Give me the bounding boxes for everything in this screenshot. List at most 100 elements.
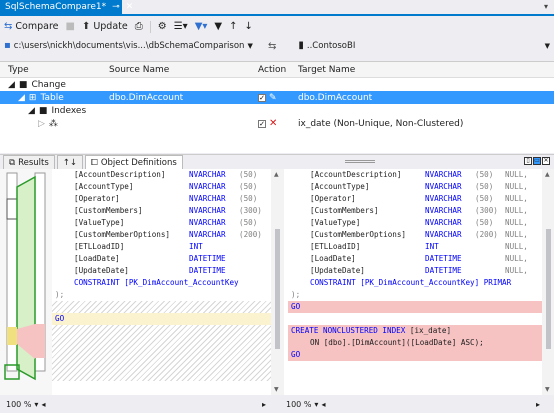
expand-arrow-icon[interactable]: ▷ [38,119,45,129]
column-definition-line: [AccountType] NVARCHAR (50) [52,181,271,193]
tab-object-definitions-label: Object Definitions [100,157,177,168]
column-type: DATETIME [189,266,226,275]
target-zoom[interactable]: 100 % ▾ ◂ [286,400,325,409]
scroll-right-icon[interactable]: ▸ [536,400,540,409]
stacked-layout-icon[interactable]: ▭ [533,157,541,165]
row-type-cell: ◢ ⊞ Table [18,93,64,103]
column-type: DATETIME [425,266,462,275]
column-size: (50) [475,170,494,179]
tab-sort[interactable]: ↑↓ [56,155,84,169]
row-label: Change [31,79,66,90]
close-pane-icon[interactable]: ✕ [542,157,550,165]
constraint-text: CONSTRAINT [PK_DimAccount_AccountKey [74,278,239,287]
grid-row-index[interactable]: ▷ ⁂ ✓ ✕ ix_date (Non-Unique, Non-Cluster… [0,117,554,130]
tab-results[interactable]: ⧉ Results [3,155,55,169]
column-name: [AccountType] [74,182,134,191]
scroll-up-icon[interactable]: ▲ [545,171,550,178]
collapse-arrow-icon[interactable]: ◢ [28,106,35,116]
filter-icon[interactable]: ▼▾ [195,21,208,32]
column-nullability: NULL, [505,230,528,239]
column-size: (50) [239,170,258,179]
splitter-grip[interactable] [345,160,375,163]
scroll-down-icon[interactable]: ▼ [274,386,279,393]
placeholder-block [52,325,271,381]
column-definition-line: [LoadDate] DATETIME [52,253,271,265]
code-token: ON [dbo].[DimAccount]([LoadDate] ASC); [310,338,484,347]
scroll-thumb[interactable] [546,229,551,349]
target-vertical-scrollbar[interactable]: ▲ ▼ [542,169,554,395]
pin-icon[interactable]: ⊸ [112,2,120,12]
collapse-arrow-icon[interactable]: ◢ [8,80,15,90]
column-name: [CustomMembers] [74,206,143,215]
code-line: GO [52,313,271,325]
target-code-editor[interactable]: [AccountDescription] NVARCHAR (50) NULL, [Ac… [288,169,542,395]
code-token: GO [291,350,301,359]
source-vertical-scrollbar[interactable]: ▲ ▼ [271,169,284,395]
row-label: Indexes [51,105,87,116]
toolbar-separator [149,20,151,33]
column-type: NVARCHAR [425,170,462,179]
code-line: ); [52,289,271,301]
include-checkbox[interactable]: ✓ [258,119,266,128]
column-name: [Operator] [310,194,356,203]
action-column-header[interactable]: Action [258,65,286,75]
previous-change-icon[interactable]: ↑ [229,21,237,32]
source-code-lines: [AccountDescription] NVARCHAR (50) [Account… [52,169,271,277]
lower-panel-tabs: ⧉ Results ↑↓ ⧠ Object Definitions ▯ ▭ ✕ [0,154,554,169]
tab-results-label: Results [18,157,49,168]
target-diff-marker [35,324,45,358]
source-zoom[interactable]: 100 % ▾ ◂ [6,400,45,409]
scroll-down-icon[interactable]: ▼ [545,386,550,393]
row-type-cell: ◢ ■ Change [8,80,66,90]
comparison-target-bar: ▪ c:\users\nickh\documents\vis...\dbSche… [0,36,554,56]
compare-button[interactable]: ⇆ Compare [4,21,58,32]
next-change-icon[interactable]: ↓ [245,21,253,32]
placeholder-line [52,301,271,313]
column-nullability: NULL, [505,194,528,203]
column-type: NVARCHAR [189,194,226,203]
include-checkbox[interactable]: ✓ [258,93,266,102]
row-action-cell: ✓ ✎ [258,93,277,103]
scroll-up-icon[interactable]: ▲ [274,171,279,178]
type-column-header[interactable]: Type [8,65,29,75]
stop-icon[interactable]: ■ [65,21,74,32]
grid-row-change[interactable]: ◢ ■ Change [0,78,554,91]
update-button[interactable]: ⬆ Update [82,21,128,32]
group-by-icon[interactable]: ☰▾ [174,21,188,32]
close-icon[interactable]: ✕ [126,2,134,12]
column-size: (200) [239,230,262,239]
database-icon: ▮ [298,40,304,51]
diff-line: CREATE NONCLUSTERED INDEX [ix_date] [288,325,542,337]
tab-object-definitions[interactable]: ⧠ Object Definitions [85,155,183,169]
results-grid: Type Source Name Action Target Name ◢ ■ … [0,61,554,153]
filter-toggle-icon[interactable]: ▼ [214,21,222,32]
grid-row-indexes[interactable]: ◢ ■ Indexes [0,104,554,117]
source-diff-marker [7,327,17,345]
target-selector[interactable]: ▮ ..ContosoBI ▼ [298,40,554,52]
options-gear-icon[interactable]: ⚙ [158,21,167,32]
target-name-column-header[interactable]: Target Name [298,65,355,75]
column-type: DATETIME [189,254,226,263]
delete-x-icon: ✕ [269,118,278,129]
scroll-left-icon[interactable]: ◂ [321,400,325,409]
scroll-left-icon[interactable]: ◂ [41,400,45,409]
diff-line: GO [288,349,542,361]
tab-list-dropdown-icon[interactable]: ▾ [544,2,548,11]
scroll-thumb[interactable] [275,229,280,349]
generate-script-icon[interactable]: ⎙ [135,21,143,32]
column-type: NVARCHAR [189,230,226,239]
source-code-editor[interactable]: [AccountDescription] NVARCHAR (50) [Account… [52,169,271,395]
grid-row-table[interactable]: ◢ ⊞ Table dbo.DimAccount ✓ ✎ dbo.DimAcco… [0,91,554,104]
document-tab[interactable]: SqlSchemaCompare1* ⊸ ✕ [0,0,133,14]
source-name-column-header[interactable]: Source Name [109,65,169,75]
side-by-side-icon[interactable]: ▯ [524,157,532,165]
collapse-arrow-icon[interactable]: ◢ [18,93,25,103]
column-size: (300) [239,206,262,215]
column-nullability: NULL, [505,170,528,179]
scroll-right-icon[interactable]: ▸ [262,400,266,409]
swap-icon[interactable]: ⇆ [268,41,276,52]
grid-header: Type Source Name Action Target Name [0,62,554,78]
source-selector[interactable]: ▪ c:\users\nickh\documents\vis...\dbSche… [4,41,253,52]
diff-overview-map[interactable] [0,169,52,395]
